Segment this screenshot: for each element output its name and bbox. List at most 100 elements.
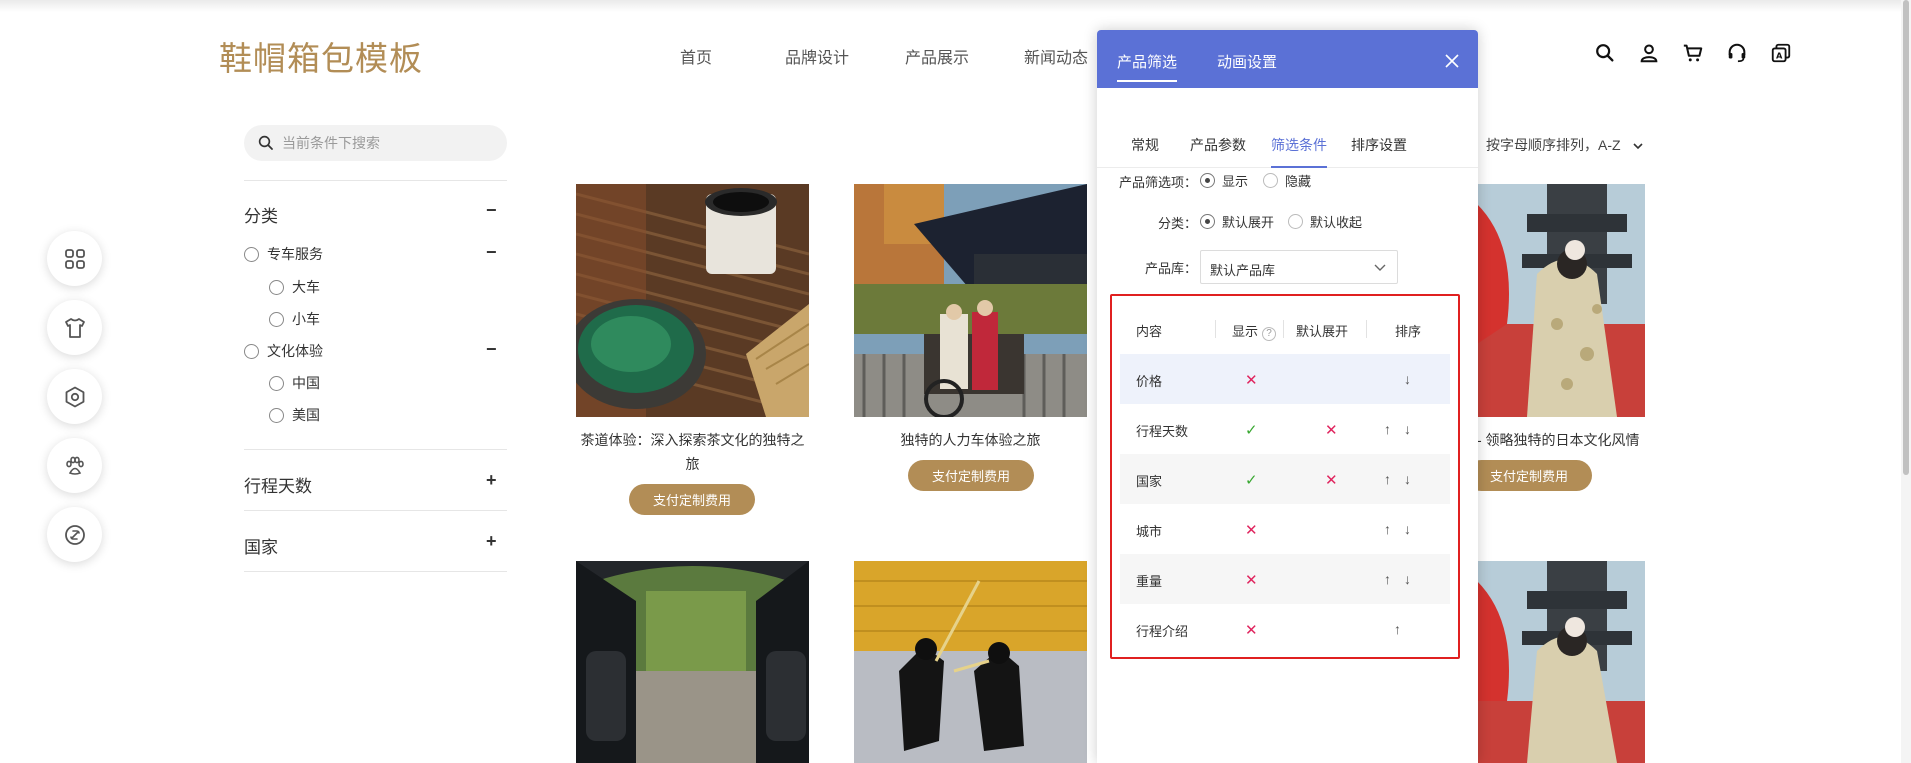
days-section-title[interactable]: 行程天数: [244, 472, 312, 497]
expand-toggle[interactable]: ✕: [1325, 471, 1338, 489]
tab-product-filter[interactable]: 产品筛选: [1117, 51, 1178, 82]
show-toggle[interactable]: ✓: [1245, 421, 1258, 439]
show-toggle[interactable]: ✕: [1245, 521, 1258, 539]
radio-group-culture[interactable]: 文化体验: [244, 341, 323, 361]
apps-float-button[interactable]: [47, 231, 102, 286]
radio-circle[interactable]: [244, 343, 259, 359]
radio-big-car[interactable]: 大车: [269, 277, 320, 297]
search-icon[interactable]: [257, 134, 275, 152]
show-toggle[interactable]: ✕: [1245, 571, 1258, 589]
table-row[interactable]: 国家 ✓ ✕ ↑ ↓: [1120, 454, 1450, 504]
cart-icon[interactable]: [1682, 42, 1704, 64]
move-up-arrow[interactable]: ↑: [1384, 471, 1391, 487]
show-toggle[interactable]: ✕: [1245, 371, 1258, 389]
radio-filter-show[interactable]: 显示: [1200, 171, 1248, 190]
move-down-arrow[interactable]: ↓: [1404, 521, 1411, 537]
chevron-down-icon: [1374, 264, 1386, 271]
radio-circle[interactable]: [1200, 173, 1215, 188]
move-up-arrow[interactable]: ↑: [1394, 621, 1401, 637]
table-row[interactable]: 行程介绍 ✕ ↑: [1120, 604, 1450, 654]
nav-home[interactable]: 首页: [680, 44, 712, 68]
table-row[interactable]: 价格 ✕ ↓: [1120, 354, 1450, 404]
product-name[interactable]: - 领略独特的日本文化风情: [1477, 428, 1677, 452]
pay-custom-fee-button[interactable]: 支付定制费用: [908, 460, 1034, 491]
group-toggle[interactable]: −: [486, 242, 497, 263]
nav-products[interactable]: 产品展示: [905, 44, 969, 68]
radio-filter-hide[interactable]: 隐藏: [1263, 171, 1311, 190]
category-toggle[interactable]: −: [486, 200, 497, 221]
group-toggle[interactable]: −: [486, 339, 497, 360]
product-library-select[interactable]: 默认产品库: [1200, 250, 1398, 284]
radio-circle[interactable]: [1288, 214, 1303, 229]
user-icon[interactable]: [1638, 42, 1660, 64]
radio-circle[interactable]: [269, 407, 284, 423]
tshirt-float-button[interactable]: [47, 300, 102, 355]
scrollbar-thumb[interactable]: [1903, 0, 1909, 475]
pay-custom-fee-button[interactable]: 支付定制费用: [1466, 460, 1592, 491]
move-up-arrow[interactable]: ↑: [1384, 571, 1391, 587]
move-down-arrow[interactable]: ↓: [1404, 571, 1411, 587]
move-up-arrow[interactable]: ↑: [1384, 421, 1391, 437]
row-name: 城市: [1136, 524, 1163, 539]
show-toggle[interactable]: ✓: [1245, 471, 1258, 489]
radio-circle[interactable]: [269, 279, 284, 295]
table-row[interactable]: 行程天数 ✓ ✕ ↑ ↓: [1120, 404, 1450, 454]
paw-float-button[interactable]: [47, 438, 102, 493]
radio-small-car[interactable]: 小车: [269, 309, 320, 329]
nav-news[interactable]: 新闻动态: [1024, 44, 1088, 68]
radio-circle[interactable]: [269, 311, 284, 327]
settings-float-button[interactable]: [47, 369, 102, 424]
radio-group-special-car[interactable]: 专车服务: [244, 244, 323, 264]
subtab-general[interactable]: 常规: [1131, 135, 1159, 155]
help-icon[interactable]: ?: [1262, 327, 1277, 341]
close-icon[interactable]: [1444, 53, 1460, 69]
headset-icon[interactable]: [1726, 42, 1748, 64]
product-image-rickshaw[interactable]: [854, 184, 1087, 417]
product-image-kendo[interactable]: [854, 561, 1087, 763]
product-name[interactable]: 独特的人力车体验之旅: [854, 428, 1087, 452]
radio-circle[interactable]: [244, 246, 259, 262]
subtab-sort-settings[interactable]: 排序设置: [1351, 135, 1407, 155]
sort-dropdown[interactable]: 按字母顺序排列，A-Z: [1486, 135, 1644, 155]
show-toggle[interactable]: ✕: [1245, 621, 1258, 639]
radio-category-collapse[interactable]: 默认收起: [1288, 212, 1362, 231]
move-down-arrow[interactable]: ↓: [1404, 371, 1411, 387]
product-image-kimono[interactable]: [1477, 184, 1645, 417]
product-image-tea[interactable]: [576, 184, 809, 417]
header-order: 排序: [1395, 324, 1422, 339]
subtab-product-params[interactable]: 产品参数: [1190, 135, 1246, 155]
days-toggle[interactable]: +: [486, 470, 497, 491]
category-title[interactable]: 分类: [244, 202, 278, 227]
filter-conditions-table: 内容 显示? 默认展开 排序 价格 ✕ ↓ 行程天数 ✓ ✕ ↑ ↓ 国家 ✓ …: [1120, 304, 1450, 654]
radio-circle[interactable]: [269, 375, 284, 391]
table-row[interactable]: 城市 ✕ ↑ ↓: [1120, 504, 1450, 554]
divider: [1366, 320, 1367, 338]
radio-usa[interactable]: 美国: [269, 405, 320, 425]
pay-custom-fee-button[interactable]: 支付定制费用: [629, 484, 755, 515]
search-input[interactable]: [282, 133, 492, 153]
move-up-arrow[interactable]: ↑: [1384, 521, 1391, 537]
country-section-title[interactable]: 国家: [244, 533, 278, 558]
product-image-van[interactable]: [576, 561, 809, 763]
tab-animation-settings[interactable]: 动画设置: [1217, 51, 1277, 72]
radio-china[interactable]: 中国: [269, 373, 320, 393]
expand-toggle[interactable]: ✕: [1325, 421, 1338, 439]
radio-category-expand[interactable]: 默认展开: [1200, 212, 1274, 231]
site-logo[interactable]: 鞋帽箱包模板: [219, 32, 423, 80]
table-row[interactable]: 重量 ✕ ↑ ↓: [1120, 554, 1450, 604]
radio-circle[interactable]: [1200, 214, 1215, 229]
product-image-kimono-2[interactable]: [1477, 561, 1645, 763]
move-down-arrow[interactable]: ↓: [1404, 421, 1411, 437]
subtab-filter-conditions[interactable]: 筛选条件: [1271, 135, 1327, 168]
move-down-arrow[interactable]: ↓: [1404, 471, 1411, 487]
header-show-label: 显示: [1232, 324, 1259, 339]
search-icon[interactable]: [1594, 42, 1616, 64]
country-toggle[interactable]: +: [486, 531, 497, 552]
link-float-button[interactable]: [47, 507, 102, 562]
page-scrollbar[interactable]: [1901, 0, 1911, 763]
translate-icon[interactable]: A: [1770, 42, 1792, 64]
nav-brand-design[interactable]: 品牌设计: [785, 44, 849, 68]
product-name[interactable]: 茶道体验：深入探索茶文化的独特之 旅: [576, 428, 809, 476]
radio-circle[interactable]: [1263, 173, 1278, 188]
header-content: 内容: [1136, 324, 1163, 339]
